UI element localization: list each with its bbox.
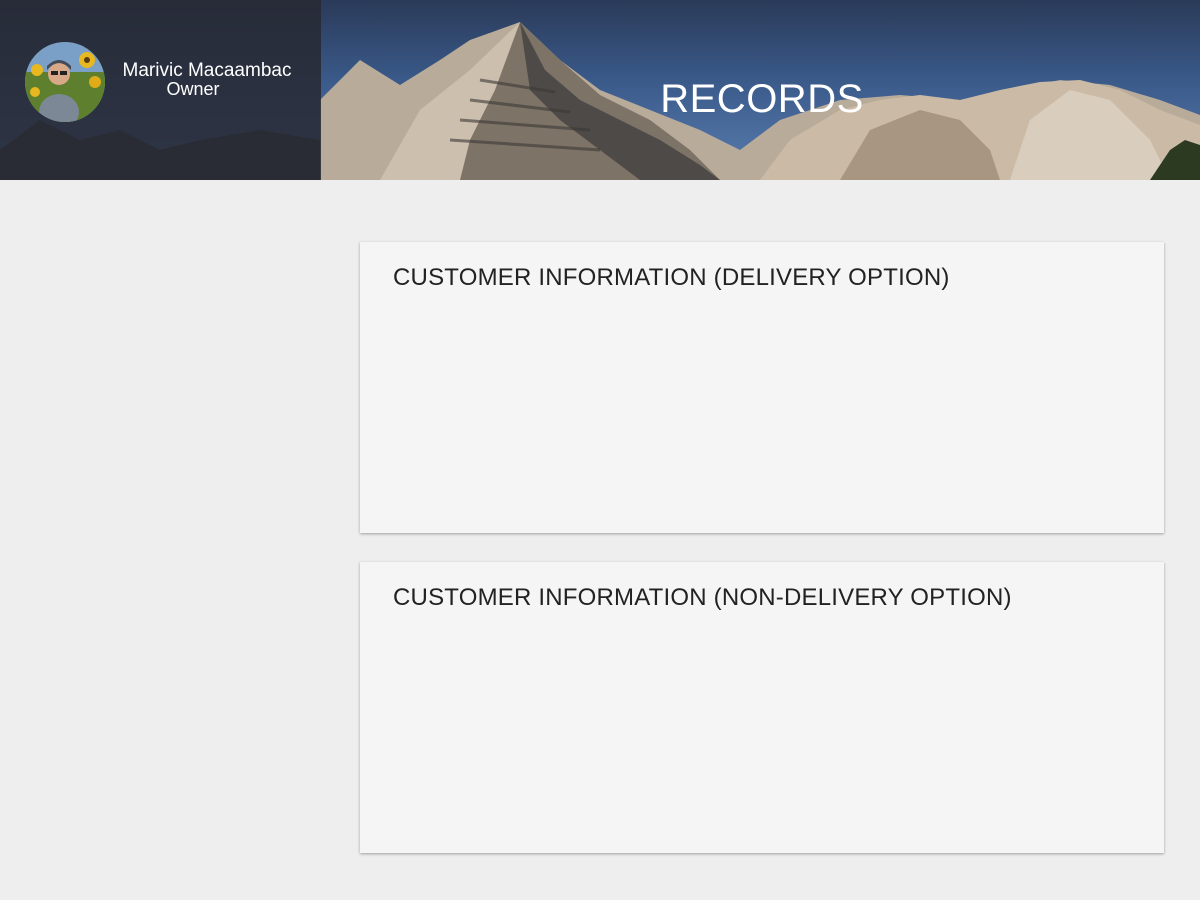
user-role: Owner bbox=[166, 79, 220, 99]
user-name: Marivic Macaambac bbox=[122, 60, 292, 81]
profile-panel: Marivic Macaambac Owner bbox=[0, 0, 321, 180]
page-title: RECORDS bbox=[660, 77, 864, 121]
customer-info-non-delivery-card: CUSTOMER INFORMATION (NON-DELIVERY OPTIO… bbox=[360, 562, 1164, 853]
avatar[interactable] bbox=[25, 42, 105, 122]
customer-info-delivery-card: CUSTOMER INFORMATION (DELIVERY OPTION) bbox=[360, 242, 1164, 533]
header-banner: Marivic Macaambac Owner RECORDS bbox=[0, 0, 1200, 180]
card-title-non-delivery: CUSTOMER INFORMATION (NON-DELIVERY OPTIO… bbox=[393, 584, 1012, 611]
card-title-delivery: CUSTOMER INFORMATION (DELIVERY OPTION) bbox=[393, 264, 950, 291]
avatar-photo-icon bbox=[25, 42, 105, 122]
